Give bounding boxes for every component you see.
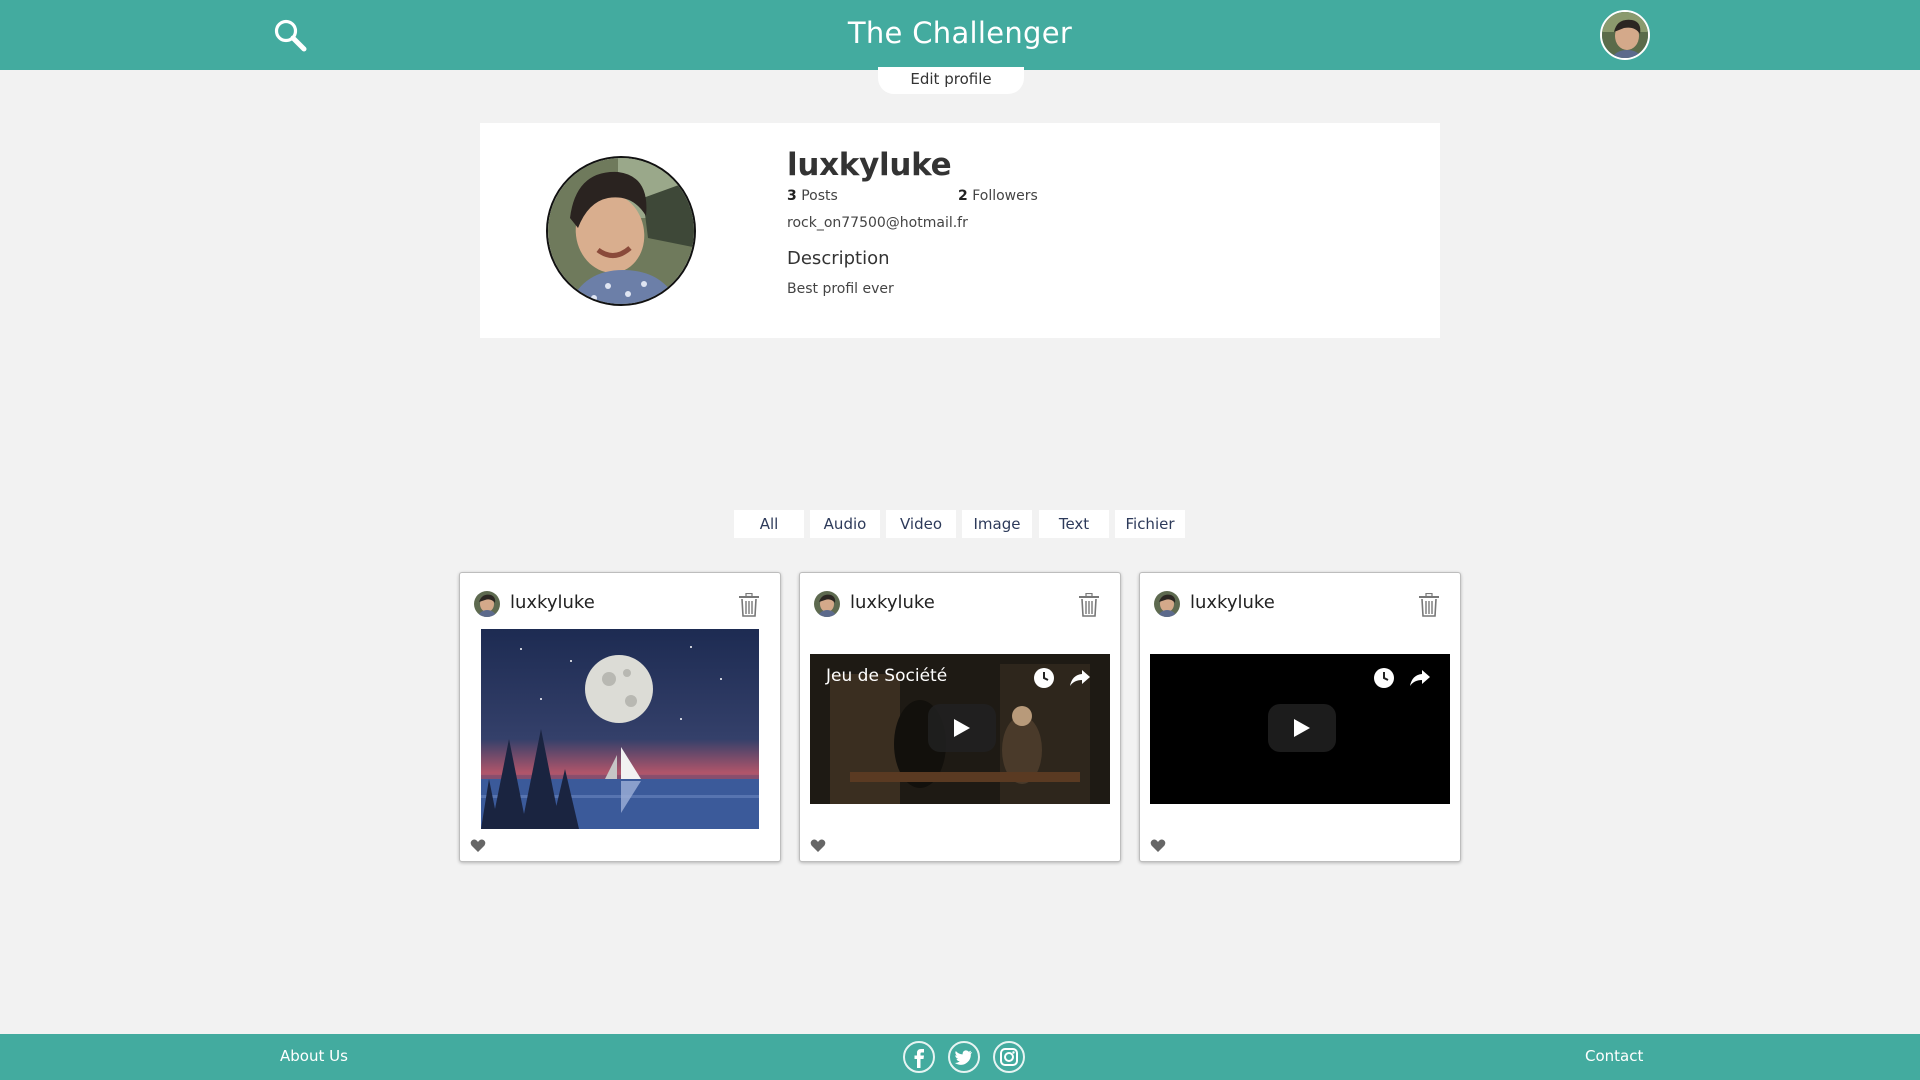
share-icon[interactable] (1068, 666, 1092, 690)
trash-icon[interactable] (738, 592, 760, 617)
heart-icon[interactable] (1150, 838, 1166, 852)
about-us-link[interactable]: About Us (280, 1047, 348, 1065)
share-icon[interactable] (1408, 666, 1432, 690)
post-card: luxkyluke (459, 572, 781, 862)
instagram-icon[interactable] (993, 1041, 1025, 1073)
followers-label: Followers (972, 188, 1038, 204)
description-heading: Description (787, 248, 890, 269)
profile-username: luxkyluke (787, 147, 952, 183)
post-author-avatar (474, 591, 500, 617)
filter-tab-text[interactable]: Text (1039, 510, 1109, 538)
heart-icon[interactable] (470, 838, 486, 852)
post-card: luxkyluke Jeu de Société (799, 572, 1121, 862)
post-author-name[interactable]: luxkyluke (1190, 592, 1275, 613)
profile-card: luxkyluke 3 Posts 2 Followers rock_on775… (480, 123, 1440, 338)
description-text: Best profil ever (787, 281, 894, 297)
filter-tab-audio[interactable]: Audio (810, 510, 880, 538)
play-button[interactable] (1268, 704, 1336, 752)
edit-profile-button[interactable]: Edit profile (878, 67, 1024, 94)
followers-stat[interactable]: 2 Followers (958, 188, 1038, 204)
filter-tab-fichier[interactable]: Fichier (1115, 510, 1185, 538)
contact-link[interactable]: Contact (1585, 1047, 1643, 1065)
top-header: The Challenger (0, 0, 1920, 70)
posts-count: 3 (787, 188, 797, 204)
profile-email: rock_on77500@hotmail.fr (787, 215, 968, 231)
profile-avatar (546, 156, 696, 306)
post-author-name[interactable]: luxkyluke (510, 592, 595, 613)
posts-stat: 3 Posts (787, 188, 838, 204)
video-title: Jeu de Société (826, 666, 948, 686)
twitter-icon[interactable] (948, 1041, 980, 1073)
user-avatar[interactable] (1600, 10, 1650, 60)
post-author-avatar (814, 591, 840, 617)
trash-icon[interactable] (1078, 592, 1100, 617)
trash-icon[interactable] (1418, 592, 1440, 617)
play-button[interactable] (928, 704, 996, 752)
filter-tab-image[interactable]: Image (962, 510, 1032, 538)
video-player[interactable] (1150, 654, 1450, 804)
followers-count: 2 (958, 188, 968, 204)
post-author-avatar (1154, 591, 1180, 617)
facebook-icon[interactable] (903, 1041, 935, 1073)
footer: About Us Contact (0, 1034, 1920, 1080)
heart-icon[interactable] (810, 838, 826, 852)
posts-label: Posts (801, 188, 838, 204)
post-card: luxkyluke (1139, 572, 1461, 862)
watch-later-icon[interactable] (1032, 666, 1056, 690)
post-author-name[interactable]: luxkyluke (850, 592, 935, 613)
video-player[interactable]: Jeu de Société (810, 654, 1110, 804)
filter-tab-all[interactable]: All (734, 510, 804, 538)
post-image[interactable] (481, 629, 759, 829)
watch-later-icon[interactable] (1372, 666, 1396, 690)
filter-tab-video[interactable]: Video (886, 510, 956, 538)
